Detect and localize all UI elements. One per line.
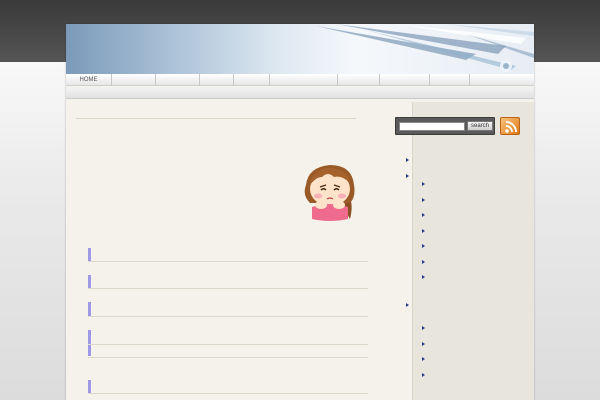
post-divider	[88, 393, 368, 394]
nav-item-4[interactable]	[200, 74, 234, 86]
rss-icon[interactable]	[500, 117, 520, 135]
header-banner	[66, 24, 534, 74]
post-divider	[88, 316, 368, 317]
sidebar	[412, 102, 534, 400]
nav-item-2[interactable]	[112, 74, 156, 86]
search-form: search	[395, 117, 495, 135]
post-title-marker	[88, 275, 91, 289]
banner-streaks-graphic	[316, 24, 534, 72]
triangle-bullet-icon[interactable]	[422, 275, 425, 279]
triangle-bullet-icon[interactable]	[422, 182, 425, 186]
nav-item-6[interactable]	[270, 74, 338, 86]
title-divider	[76, 118, 356, 119]
page-wrapper: HOME search	[66, 24, 534, 400]
triangle-bullet-icon[interactable]	[406, 158, 409, 162]
post-title-marker	[88, 380, 91, 394]
post-title-marker	[88, 248, 91, 262]
post-divider	[88, 288, 368, 289]
triangle-bullet-icon[interactable]	[422, 244, 425, 248]
nav-home[interactable]: HOME	[66, 74, 112, 86]
triangle-bullet-icon[interactable]	[422, 260, 425, 264]
post-title-marker	[88, 302, 91, 316]
nav-item-7[interactable]	[338, 74, 380, 86]
nav-item-3[interactable]	[156, 74, 200, 86]
nav-item-10[interactable]	[470, 74, 534, 86]
top-nav-bar: HOME	[66, 74, 534, 86]
post-divider	[88, 261, 368, 262]
nav-item-5[interactable]	[234, 74, 270, 86]
search-button[interactable]: search	[467, 121, 493, 131]
triangle-bullet-icon[interactable]	[422, 229, 425, 233]
triangle-bullet-icon[interactable]	[422, 326, 425, 330]
nav-item-9[interactable]	[430, 74, 470, 86]
post-title-marker	[88, 330, 91, 356]
triangle-bullet-icon[interactable]	[406, 174, 409, 178]
post-divider	[88, 357, 368, 358]
triangle-bullet-icon[interactable]	[422, 198, 425, 202]
triangle-bullet-icon[interactable]	[422, 342, 425, 346]
triangle-bullet-icon[interactable]	[422, 373, 425, 377]
search-input[interactable]	[399, 122, 465, 131]
girl-mascot-illustration	[304, 165, 355, 221]
triangle-bullet-icon[interactable]	[422, 357, 425, 361]
main-content	[66, 102, 412, 400]
nav-item-8[interactable]	[380, 74, 430, 86]
triangle-bullet-icon[interactable]	[406, 303, 409, 307]
sub-nav-bar	[66, 87, 534, 99]
triangle-bullet-icon[interactable]	[422, 213, 425, 217]
post-divider	[88, 344, 368, 345]
